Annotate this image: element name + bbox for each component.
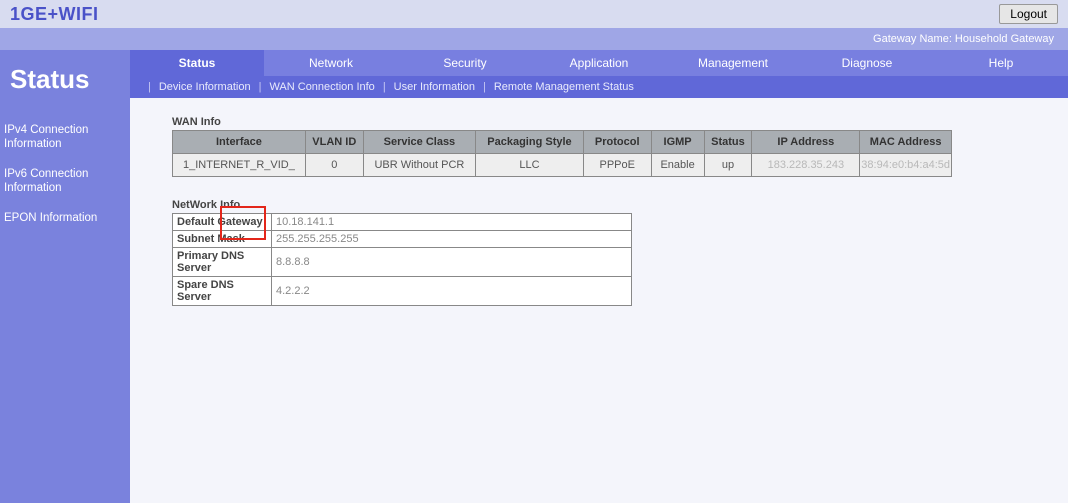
tab-diagnose[interactable]: Diagnose xyxy=(800,50,934,76)
tab-application[interactable]: Application xyxy=(532,50,666,76)
top-bar: 1GE+WIFI Logout xyxy=(0,0,1068,28)
network-info-title: NetWork Info xyxy=(172,199,1046,211)
col-vlan-id: VLAN ID xyxy=(305,131,363,154)
col-igmp: IGMP xyxy=(651,131,704,154)
col-ip-address: IP Address xyxy=(752,131,860,154)
col-mac-address: MAC Address xyxy=(860,131,952,154)
network-info-table: Default Gateway 10.18.141.1 Subnet Mask … xyxy=(172,213,632,306)
row-primary-dns-value: 8.8.8.8 xyxy=(272,248,632,277)
row-default-gateway-label: Default Gateway xyxy=(173,214,272,231)
col-protocol: Protocol xyxy=(583,131,651,154)
wan-info-title: WAN Info xyxy=(172,116,1046,128)
secondary-tabs: | Device Information | WAN Connection In… xyxy=(130,76,1068,98)
sidebar-title: Status xyxy=(0,50,130,115)
sidebar-item-ipv6[interactable]: IPv6 Connection Information xyxy=(0,159,130,203)
cell-igmp: Enable xyxy=(651,154,704,177)
row-default-gateway-value: 10.18.141.1 xyxy=(272,214,632,231)
cell-packaging: LLC xyxy=(476,154,584,177)
cell-vlan: 0 xyxy=(305,154,363,177)
col-service-class: Service Class xyxy=(363,131,475,154)
subtab-remote-mgmt[interactable]: Remote Management Status xyxy=(494,81,634,93)
brand-title: 1GE+WIFI xyxy=(10,4,99,25)
row-subnet-mask-value: 255.255.255.255 xyxy=(272,231,632,248)
col-interface: Interface xyxy=(173,131,306,154)
logout-button[interactable]: Logout xyxy=(999,4,1058,24)
cell-service: UBR Without PCR xyxy=(363,154,475,177)
subtab-user-info[interactable]: User Information xyxy=(394,81,475,93)
row-primary-dns-label: Primary DNS Server xyxy=(173,248,272,277)
table-row: 1_INTERNET_R_VID_ 0 UBR Without PCR LLC … xyxy=(173,154,952,177)
col-packaging-style: Packaging Style xyxy=(476,131,584,154)
tab-status[interactable]: Status xyxy=(130,50,264,76)
cell-status: up xyxy=(704,154,752,177)
sidebar-item-epon[interactable]: EPON Information xyxy=(0,203,130,233)
table-header-row: Interface VLAN ID Service Class Packagin… xyxy=(173,131,952,154)
tab-help[interactable]: Help xyxy=(934,50,1068,76)
sidebar-item-ipv4[interactable]: IPv4 Connection Information xyxy=(0,115,130,159)
primary-tabs: Status Network Security Application Mana… xyxy=(130,50,1068,76)
cell-protocol: PPPoE xyxy=(583,154,651,177)
cell-mac: 38:94:e0:b4:a4:5d xyxy=(860,154,952,177)
main-area: Status Network Security Application Mana… xyxy=(130,50,1068,503)
tab-network[interactable]: Network xyxy=(264,50,398,76)
tab-management[interactable]: Management xyxy=(666,50,800,76)
content-panel: WAN Info Interface VLAN ID Service Class… xyxy=(130,98,1068,306)
subtab-wan-connection[interactable]: WAN Connection Info xyxy=(269,81,374,93)
tab-security[interactable]: Security xyxy=(398,50,532,76)
subtab-device-info[interactable]: Device Information xyxy=(159,81,251,93)
row-spare-dns-label: Spare DNS Server xyxy=(173,277,272,306)
cell-interface: 1_INTERNET_R_VID_ xyxy=(173,154,306,177)
col-status: Status xyxy=(704,131,752,154)
gateway-name-bar: Gateway Name: Household Gateway xyxy=(0,28,1068,50)
row-subnet-mask-label: Subnet Mask xyxy=(173,231,272,248)
cell-ip: 183.228.35.243 xyxy=(752,154,860,177)
row-spare-dns-value: 4.2.2.2 xyxy=(272,277,632,306)
sidebar: Status IPv4 Connection Information IPv6 … xyxy=(0,50,130,503)
wan-info-table: Interface VLAN ID Service Class Packagin… xyxy=(172,130,952,177)
